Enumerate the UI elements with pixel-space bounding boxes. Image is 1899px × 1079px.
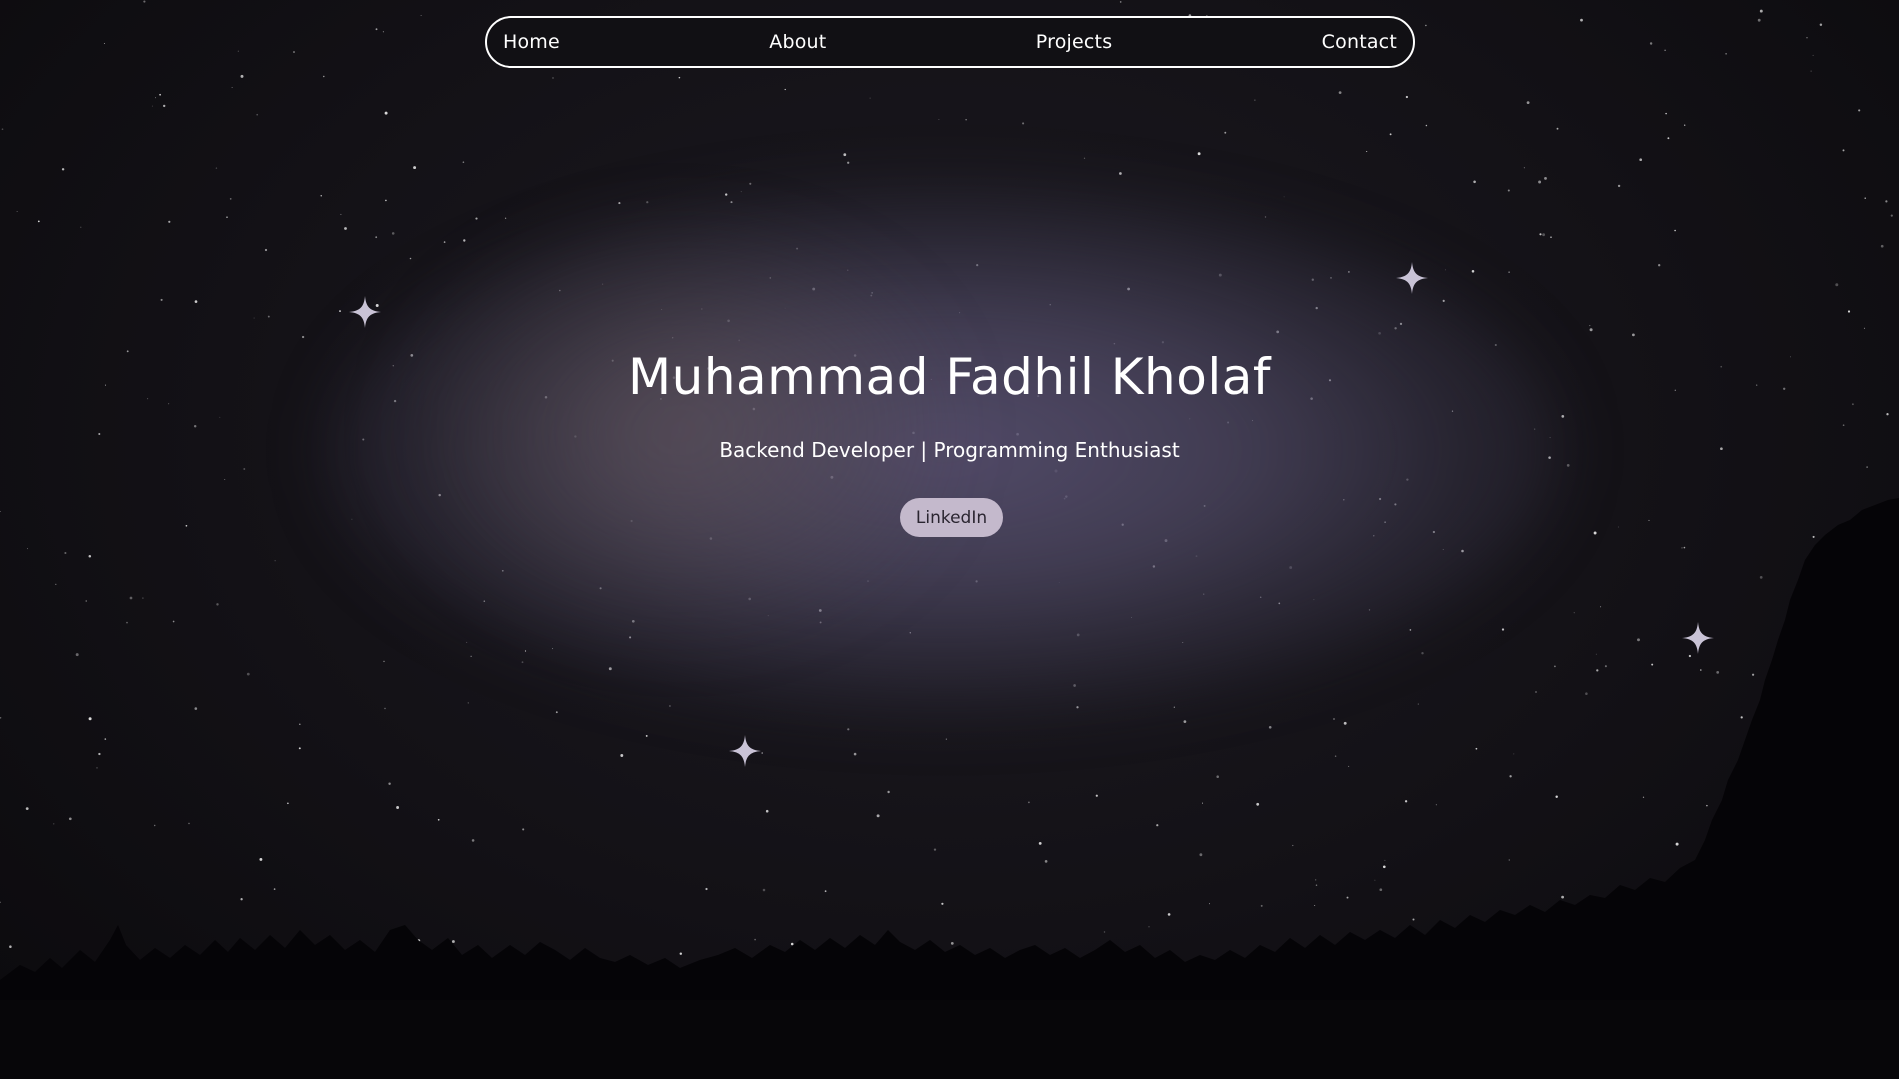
nav-projects-link[interactable]: Projects	[1036, 31, 1113, 53]
nav-contact-link[interactable]: Contact	[1322, 31, 1397, 53]
page: Home About Projects Contact Muhammad Fad…	[0, 0, 1899, 1079]
sparkle-icon-left	[349, 296, 381, 328]
treeline-silhouette	[0, 498, 1899, 1079]
sparkle-icon-top-right	[1396, 262, 1428, 294]
top-navbar: Home About Projects Contact	[485, 16, 1415, 68]
sparkle-icon-bottom	[729, 735, 761, 767]
linkedin-button[interactable]: LinkedIn	[900, 498, 1003, 537]
sparkle-icon-right	[1682, 622, 1714, 654]
nav-home-link[interactable]: Home	[503, 31, 560, 53]
hero-title: Muhammad Fadhil Kholaf	[628, 348, 1271, 406]
nav-about-link[interactable]: About	[769, 31, 826, 53]
hero-subtitle: Backend Developer | Programming Enthusia…	[719, 438, 1180, 462]
